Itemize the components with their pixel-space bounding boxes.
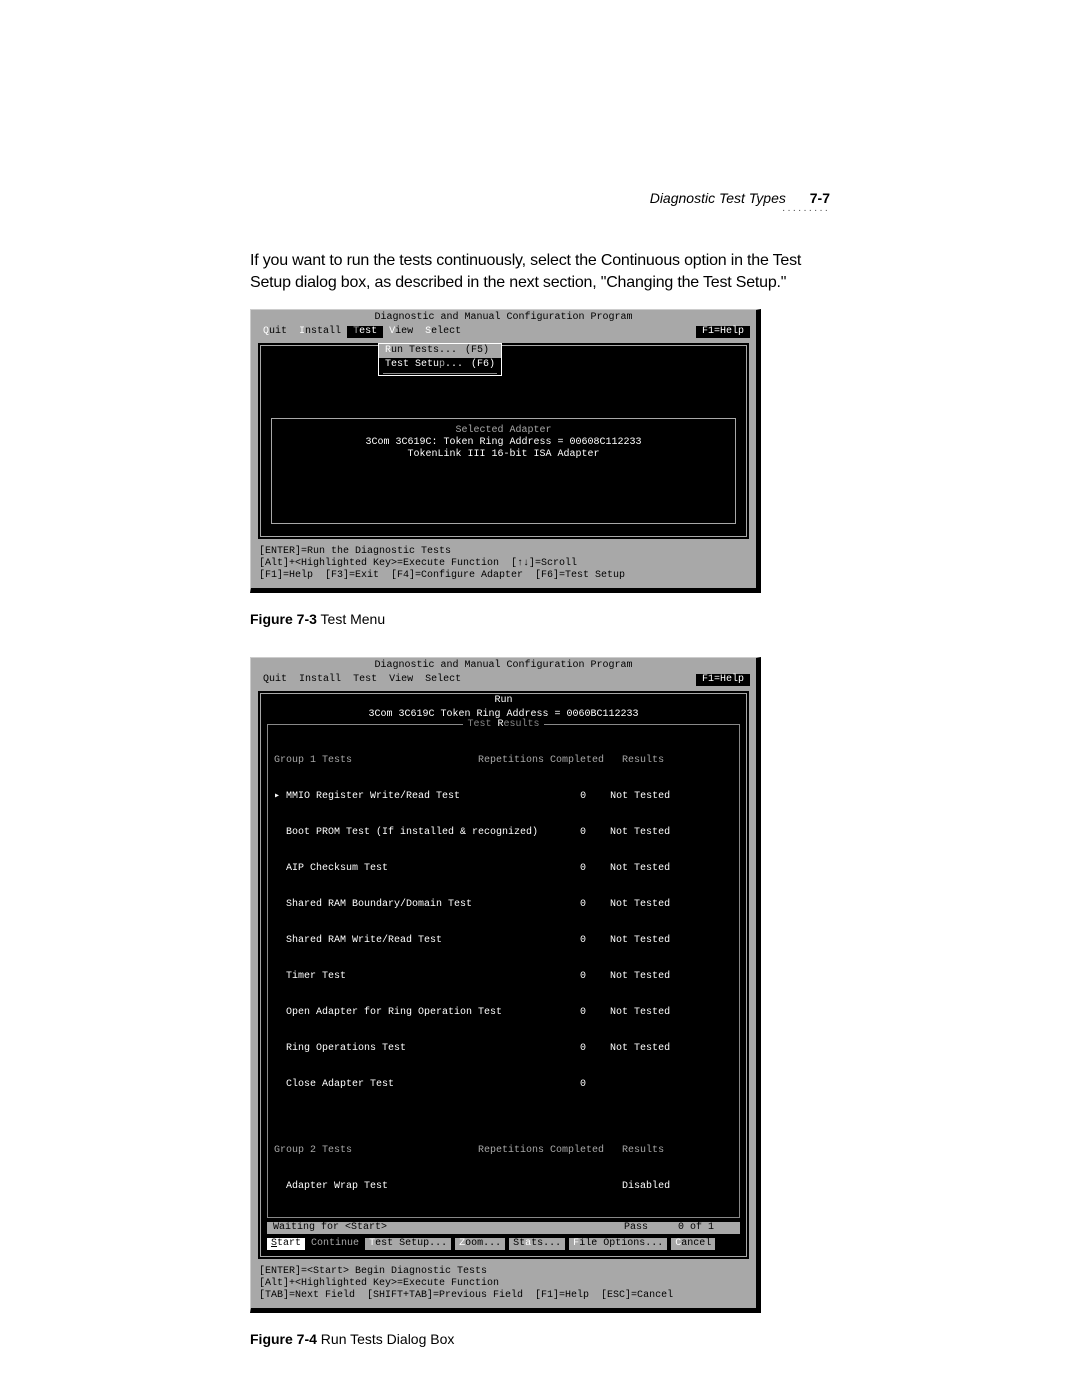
status-bar-2: [ENTER]=<Start> Begin Diagnostic Tests [… <box>251 1264 756 1304</box>
header-title: Diagnostic Test Types <box>650 190 786 206</box>
menu-help[interactable]: F1=Help <box>696 326 750 338</box>
program-title: Diagnostic and Manual Configuration Prog… <box>251 310 756 326</box>
menu-help-2[interactable]: F1=Help <box>696 674 750 686</box>
figure-7-4-screenshot: Diagnostic and Manual Configuration Prog… <box>250 657 761 1313</box>
test-results-label: Test Results <box>463 719 543 730</box>
test-results-table: Group 1 Tests Repetitions Completed Resu… <box>268 731 739 1217</box>
selected-adapter-box: Selected Adapter 3Com 3C619C: Token Ring… <box>271 418 736 524</box>
run-dialog-inner: Run 3Com 3C619C Token Ring Address = 006… <box>260 693 747 1257</box>
cancel-button[interactable]: Cancel <box>671 1238 715 1250</box>
test-row[interactable]: Timer Test 0 Not Tested <box>274 971 733 983</box>
header-dots: ········· <box>782 205 830 216</box>
pass-count: 0 of 1 <box>678 1222 714 1234</box>
menu-install-2[interactable]: Install <box>293 674 347 686</box>
test-row[interactable]: Boot PROM Test (If installed & recognize… <box>274 827 733 839</box>
test-row[interactable]: Ring Operations Test 0 Not Tested <box>274 1043 733 1055</box>
status-bar: [ENTER]=Run the Diagnostic Tests [Alt]+<… <box>251 544 756 584</box>
menu-view-2[interactable]: View <box>383 674 419 686</box>
page-number: 7-7 <box>810 190 830 206</box>
stats-button[interactable]: Stats... <box>509 1238 565 1250</box>
pass-label: Pass <box>624 1222 648 1234</box>
continue-button[interactable]: Continue <box>309 1238 361 1250</box>
menu-quit[interactable]: Quit <box>257 326 293 338</box>
group1-header: Group 1 Tests Repetitions Completed Resu… <box>274 755 733 767</box>
menu-test[interactable]: Test <box>347 326 383 338</box>
test-row[interactable]: AIP Checksum Test 0 Not Tested <box>274 863 733 875</box>
zoom-button[interactable]: Zoom... <box>455 1238 505 1250</box>
file-options-button[interactable]: File Options... <box>569 1238 667 1250</box>
menu-select[interactable]: Select <box>419 326 467 338</box>
dropdown-run-tests[interactable]: Run Tests... (F5) <box>379 344 501 358</box>
group2-header: Group 2 Tests Repetitions Completed Resu… <box>274 1145 733 1157</box>
test-setup-button[interactable]: Test Setup... <box>365 1238 451 1250</box>
waiting-bar: Waiting for <Start> Pass 0 of 1 <box>267 1222 740 1234</box>
menu-quit-2[interactable]: Quit <box>257 674 293 686</box>
dropdown-test-setup[interactable]: Test Setup... (F6) <box>379 358 501 372</box>
test-row[interactable]: Open Adapter for Ring Operation Test 0 N… <box>274 1007 733 1019</box>
figure-7-3-screenshot: Diagnostic and Manual Configuration Prog… <box>250 309 761 593</box>
adapter-line-1: 3Com 3C619C: Token Ring Address = 00608C… <box>278 437 729 449</box>
test-row[interactable]: Shared RAM Boundary/Domain Test 0 Not Te… <box>274 899 733 911</box>
menu-view[interactable]: View <box>383 326 419 338</box>
action-bar: Start Continue Test Setup... Zoom... Sta… <box>261 1236 746 1254</box>
menu-test-2[interactable]: Test <box>347 674 383 686</box>
menu-select-2[interactable]: Select <box>419 674 467 686</box>
main-area-inner: Run Tests... (F5) Test Setup... (F6) Sel… <box>260 345 747 537</box>
test-row[interactable]: Adapter Wrap Test Disabled <box>274 1181 733 1193</box>
figure-7-4-caption: Figure 7-4 Run Tests Dialog Box <box>250 1331 830 1347</box>
selected-adapter-label: Selected Adapter <box>451 425 555 437</box>
adapter-line-2: TokenLink III 16-bit ISA Adapter <box>278 449 729 461</box>
body-paragraph: If you want to run the tests continuousl… <box>250 250 830 293</box>
menu-bar-2: Quit Install Test View Select F1=Help <box>251 674 756 688</box>
test-results-box: Test Results Group 1 Tests Repetitions C… <box>267 724 740 1218</box>
test-dropdown: Run Tests... (F5) Test Setup... (F6) <box>378 343 502 376</box>
menu-bar: Quit Install Test View Select F1=Help <box>251 326 756 340</box>
main-area: Run Tests... (F5) Test Setup... (F6) Sel… <box>257 342 750 540</box>
menu-install[interactable]: Install <box>293 326 347 338</box>
page-header: Diagnostic Test Types 7-7 <box>650 190 830 206</box>
start-button[interactable]: Start <box>267 1238 305 1250</box>
page: Diagnostic Test Types 7-7 ········· If y… <box>0 0 1080 1397</box>
run-dialog: Run 3Com 3C619C Token Ring Address = 006… <box>257 690 750 1260</box>
program-title-2: Diagnostic and Manual Configuration Prog… <box>251 658 756 674</box>
run-header: Run <box>261 694 746 708</box>
waiting-label: Waiting for <Start> <box>273 1222 387 1234</box>
test-row[interactable]: Close Adapter Test 0 <box>274 1079 733 1091</box>
test-row[interactable]: Shared RAM Write/Read Test 0 Not Tested <box>274 935 733 947</box>
figure-7-3-caption: Figure 7-3 Test Menu <box>250 611 830 627</box>
test-row[interactable]: ▸ MMIO Register Write/Read Test 0 Not Te… <box>274 791 733 803</box>
